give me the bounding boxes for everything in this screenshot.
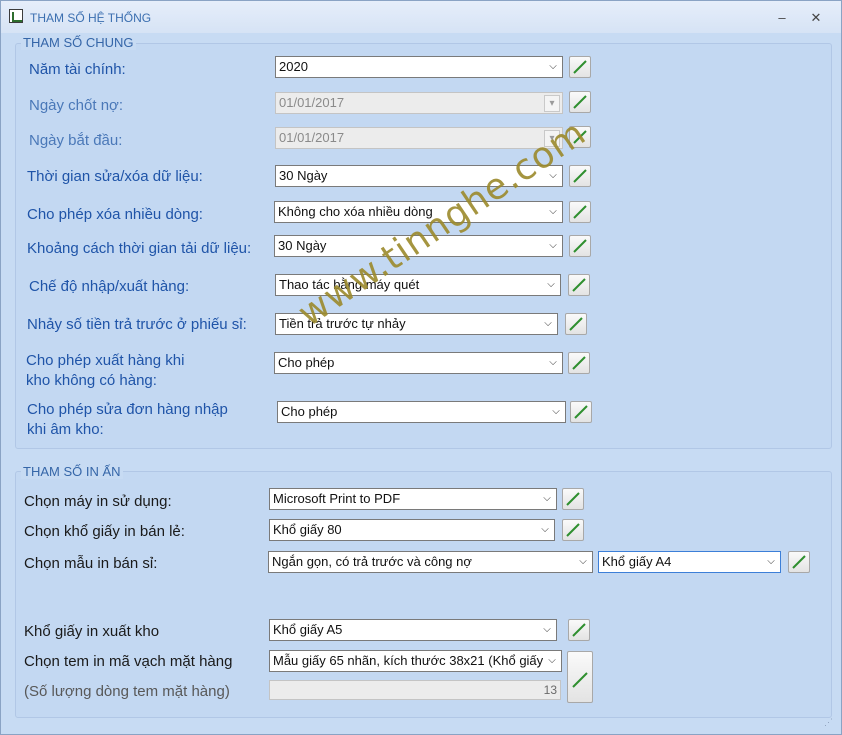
chevron-down-icon: ⌵ bbox=[579, 556, 587, 567]
edit-edit-order-negative-stock-button[interactable] bbox=[570, 401, 592, 423]
chevron-down-icon: ⌵ bbox=[767, 556, 775, 567]
edit-wholesale-template-button[interactable] bbox=[788, 551, 810, 573]
edit-order-negative-stock-label: Cho phép sửa đơn hàng nhập bbox=[27, 401, 228, 418]
export-no-stock-label: Cho phép xuất hàng khi bbox=[26, 352, 185, 369]
general-group-title: THAM SỐ CHUNG bbox=[21, 35, 136, 50]
load-interval-label: Khoảng cách thời gian tải dữ liệu: bbox=[27, 240, 252, 257]
prepaid-auto-label: Nhảy số tiền trả trước ở phiếu sỉ: bbox=[27, 316, 247, 333]
chevron-down-icon: ⌵ bbox=[549, 206, 557, 217]
warehouse-paper-select[interactable]: Khổ giấy A5 ⌵ bbox=[269, 619, 557, 641]
wholesale-template-label: Chọn mẫu in bán sỉ: bbox=[24, 555, 158, 572]
pencil-icon bbox=[572, 672, 588, 688]
pencil-icon bbox=[573, 95, 587, 109]
pencil-icon bbox=[573, 239, 587, 253]
export-no-stock-select[interactable]: Cho phép ⌵ bbox=[274, 352, 563, 374]
print-group-title: THAM SỐ IN ẤN bbox=[21, 464, 123, 479]
pencil-icon bbox=[573, 205, 587, 219]
import-export-mode-label: Chế độ nhập/xuất hàng: bbox=[29, 278, 190, 295]
debt-close-date-label: Ngày chốt nợ: bbox=[29, 97, 124, 114]
edit-barcode-template-button[interactable] bbox=[567, 651, 593, 703]
app-icon bbox=[9, 9, 23, 23]
barcode-template-label: Chọn tem in mã vạch mặt hàng bbox=[24, 653, 233, 670]
pencil-icon bbox=[572, 356, 586, 370]
minimize-button[interactable]: – bbox=[769, 7, 795, 29]
edit-retail-paper-button[interactable] bbox=[562, 519, 584, 541]
edit-load-interval-button[interactable] bbox=[569, 235, 591, 257]
edit-delete-time-label: Thời gian sửa/xóa dữ liệu: bbox=[27, 168, 203, 185]
printer-label: Chọn máy in sử dụng: bbox=[24, 493, 172, 510]
pencil-icon bbox=[573, 60, 587, 74]
chevron-down-icon: ▾ bbox=[544, 95, 560, 112]
chevron-down-icon: ⌵ bbox=[541, 524, 549, 535]
pencil-icon bbox=[572, 623, 586, 637]
system-parameters-window: THAM SỐ HỆ THỐNG – ✕ THAM SỐ CHUNG Năm t… bbox=[0, 0, 842, 735]
chevron-down-icon: ⌵ bbox=[548, 655, 556, 666]
edit-fiscal-year-button[interactable] bbox=[569, 56, 591, 78]
pencil-icon bbox=[566, 492, 580, 506]
edit-printer-button[interactable] bbox=[562, 488, 584, 510]
wholesale-paper-select[interactable]: Khổ giấy A4 ⌵ bbox=[598, 551, 781, 573]
label-rows-field[interactable]: 13 bbox=[269, 680, 561, 700]
chevron-down-icon: ⌵ bbox=[549, 357, 557, 368]
fiscal-year-select[interactable]: 2020 ⌵ bbox=[275, 56, 563, 78]
pencil-icon bbox=[573, 169, 587, 183]
pencil-icon bbox=[572, 278, 586, 292]
barcode-template-select[interactable]: Mẫu giấy 65 nhãn, kích thước 38x21 (Khổ … bbox=[269, 650, 562, 672]
chevron-down-icon: ⌵ bbox=[543, 493, 551, 504]
pencil-icon bbox=[574, 405, 588, 419]
export-no-stock-label-line2: kho không có hàng: bbox=[26, 372, 157, 389]
label-rows-label: (Số lượng dòng tem mặt hàng) bbox=[24, 683, 230, 700]
edit-order-negative-stock-select[interactable]: Cho phép ⌵ bbox=[277, 401, 566, 423]
chevron-down-icon: ⌵ bbox=[543, 624, 551, 635]
wholesale-template-select[interactable]: Ngắn gọn, có trả trước và công nợ ⌵ bbox=[268, 551, 593, 573]
pencil-icon bbox=[569, 317, 583, 331]
chevron-down-icon: ⌵ bbox=[549, 61, 557, 72]
chevron-down-icon: ⌵ bbox=[544, 318, 552, 329]
pencil-icon bbox=[566, 523, 580, 537]
edit-multi-row-delete-button[interactable] bbox=[569, 201, 591, 223]
edit-import-export-mode-button[interactable] bbox=[568, 274, 590, 296]
edit-edit-delete-time-button[interactable] bbox=[569, 165, 591, 187]
chevron-down-icon: ⌵ bbox=[549, 240, 557, 251]
title-bar: THAM SỐ HỆ THỐNG – ✕ bbox=[1, 1, 841, 33]
debt-close-date-picker[interactable]: 01/01/2017 ▾ bbox=[275, 92, 563, 114]
edit-debt-close-date-button[interactable] bbox=[569, 91, 591, 113]
start-date-label: Ngày bắt đầu: bbox=[29, 132, 123, 149]
multi-row-delete-label: Cho phép xóa nhiều dòng: bbox=[27, 206, 203, 223]
chevron-down-icon: ⌵ bbox=[552, 406, 560, 417]
resize-grip-icon[interactable]: ⋰ bbox=[824, 717, 833, 728]
edit-export-no-stock-button[interactable] bbox=[568, 352, 590, 374]
edit-prepaid-auto-button[interactable] bbox=[565, 313, 587, 335]
retail-paper-label: Chọn khổ giấy in bán lẻ: bbox=[24, 523, 185, 540]
close-button[interactable]: ✕ bbox=[803, 7, 829, 29]
warehouse-paper-label: Khổ giấy in xuất kho bbox=[24, 623, 160, 640]
edit-order-negative-stock-label-line2: khi âm kho: bbox=[27, 421, 104, 438]
edit-warehouse-paper-button[interactable] bbox=[568, 619, 590, 641]
fiscal-year-label: Năm tài chính: bbox=[29, 61, 126, 78]
window-title: THAM SỐ HỆ THỐNG bbox=[30, 11, 152, 25]
retail-paper-select[interactable]: Khổ giấy 80 ⌵ bbox=[269, 519, 555, 541]
printer-select[interactable]: Microsoft Print to PDF ⌵ bbox=[269, 488, 557, 510]
chevron-down-icon: ⌵ bbox=[547, 279, 555, 290]
pencil-icon bbox=[792, 555, 806, 569]
